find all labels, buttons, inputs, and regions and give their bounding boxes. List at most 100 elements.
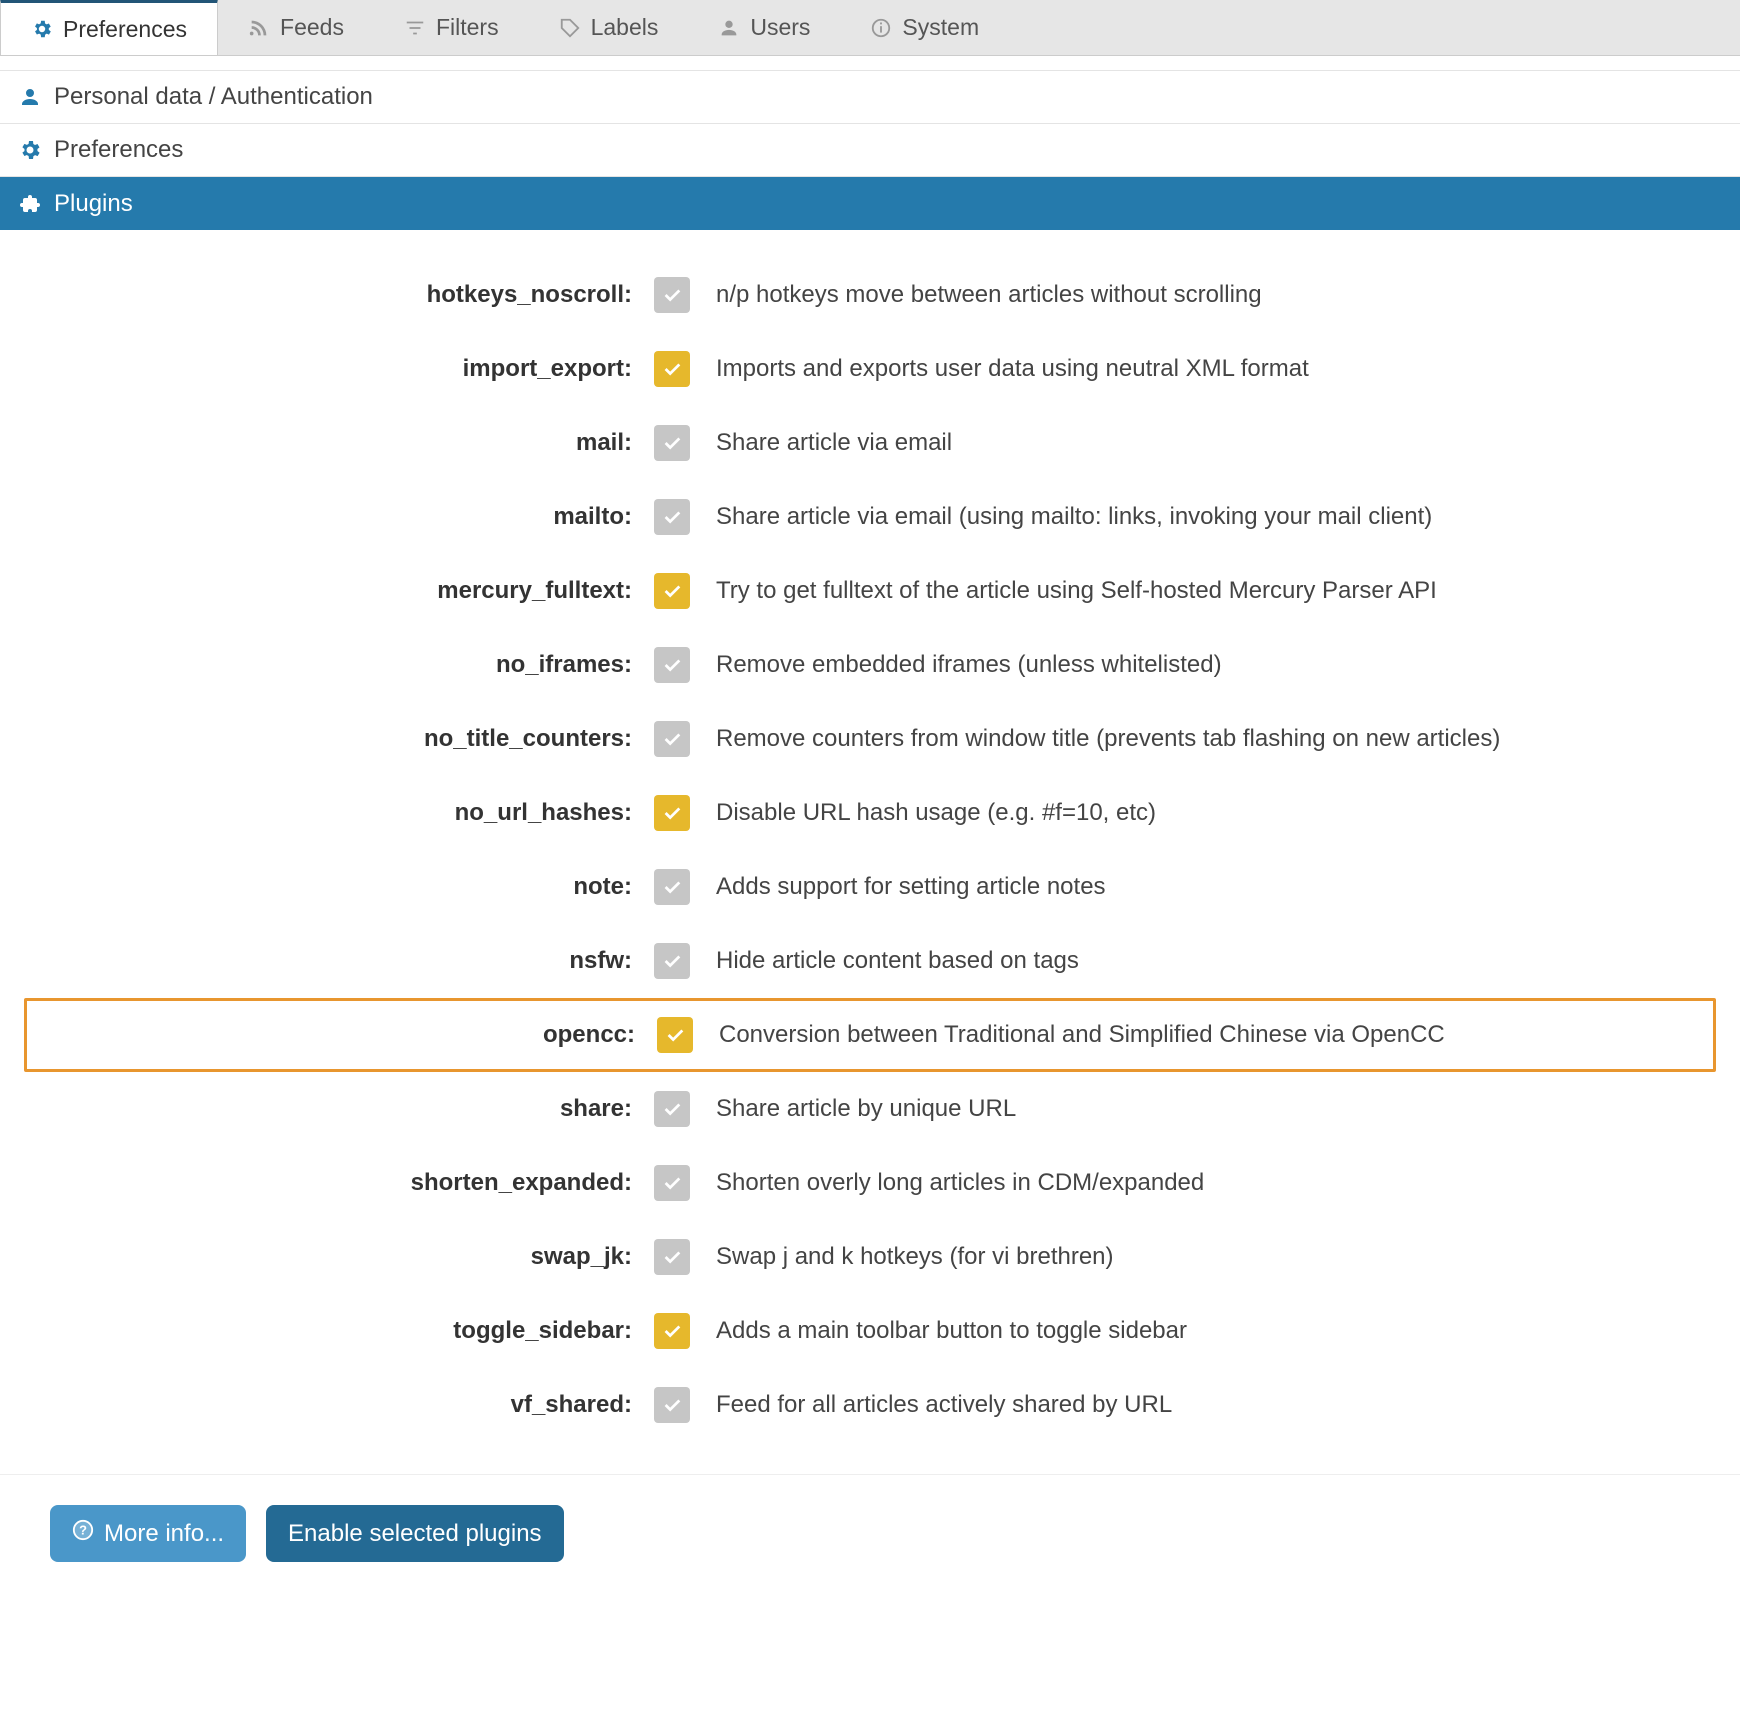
- section-preferences[interactable]: Preferences: [0, 123, 1740, 177]
- puzzle-icon: [18, 192, 42, 216]
- section-plugins[interactable]: Plugins: [0, 177, 1740, 230]
- plugin-checkbox-opencc[interactable]: [657, 1017, 693, 1053]
- gear-icon: [18, 138, 42, 162]
- plugin-label: nsfw:: [34, 947, 654, 975]
- plugin-row-no_title_counters: no_title_counters: Remove counters from w…: [24, 702, 1716, 776]
- tab-label: Filters: [436, 14, 499, 41]
- plugin-description: Adds support for setting article notes: [716, 873, 1706, 901]
- plugin-description: Shorten overly long articles in CDM/expa…: [716, 1169, 1706, 1197]
- plugin-row-note: note: Adds support for setting article no…: [24, 850, 1716, 924]
- plugin-label: no_title_counters:: [34, 725, 654, 753]
- plugin-row-mailto: mailto: Share article via email (using ma…: [24, 480, 1716, 554]
- info-icon: [870, 17, 892, 39]
- plugins-list: hotkeys_noscroll: n/p hotkeys move betwee…: [0, 230, 1740, 1470]
- section-label: Personal data / Authentication: [54, 83, 373, 111]
- plugin-row-no_url_hashes: no_url_hashes: Disable URL hash usage (e.…: [24, 776, 1716, 850]
- tab-feeds[interactable]: Feeds: [218, 0, 374, 55]
- tab-filters[interactable]: Filters: [374, 0, 529, 55]
- plugin-label: toggle_sidebar:: [34, 1317, 654, 1345]
- plugin-checkbox-mercury_fulltext[interactable]: [654, 573, 690, 609]
- plugin-description: n/p hotkeys move between articles withou…: [716, 281, 1706, 309]
- plugin-description: Share article via email (using mailto: l…: [716, 503, 1706, 531]
- plugin-checkbox-nsfw[interactable]: [654, 943, 690, 979]
- plugin-row-shorten_expanded: shorten_expanded: Shorten overly long art…: [24, 1146, 1716, 1220]
- plugin-label: mailto:: [34, 503, 654, 531]
- plugin-label: mercury_fulltext:: [34, 577, 654, 605]
- plugin-checkbox-shorten_expanded[interactable]: [654, 1165, 690, 1201]
- help-icon: ?: [72, 1519, 94, 1548]
- user-icon: [18, 85, 42, 109]
- plugin-row-toggle_sidebar: toggle_sidebar: Adds a main toolbar butto…: [24, 1294, 1716, 1368]
- plugin-description: Try to get fulltext of the article using…: [716, 577, 1706, 605]
- plugin-description: Disable URL hash usage (e.g. #f=10, etc): [716, 799, 1706, 827]
- top-tabs: Preferences Feeds Filters Labels Users S…: [0, 0, 1740, 56]
- tab-label: Feeds: [280, 14, 344, 41]
- plugin-row-mercury_fulltext: mercury_fulltext: Try to get fulltext of …: [24, 554, 1716, 628]
- plugin-description: Adds a main toolbar button to toggle sid…: [716, 1317, 1706, 1345]
- plugin-checkbox-mail[interactable]: [654, 425, 690, 461]
- plugin-checkbox-hotkeys_noscroll[interactable]: [654, 277, 690, 313]
- button-label: More info...: [104, 1520, 224, 1548]
- plugin-description: Share article by unique URL: [716, 1095, 1706, 1123]
- plugin-row-vf_shared: vf_shared: Feed for all articles actively…: [24, 1368, 1716, 1442]
- plugin-checkbox-no_url_hashes[interactable]: [654, 795, 690, 831]
- tab-users[interactable]: Users: [688, 0, 840, 55]
- plugin-checkbox-swap_jk[interactable]: [654, 1239, 690, 1275]
- plugin-row-share: share: Share article by unique URL: [24, 1072, 1716, 1146]
- plugin-description: Swap j and k hotkeys (for vi brethren): [716, 1243, 1706, 1271]
- plugin-row-mail: mail: Share article via email: [24, 406, 1716, 480]
- enable-plugins-button[interactable]: Enable selected plugins: [266, 1505, 564, 1562]
- section-label: Preferences: [54, 136, 183, 164]
- plugin-label: shorten_expanded:: [34, 1169, 654, 1197]
- plugin-checkbox-no_iframes[interactable]: [654, 647, 690, 683]
- plugin-label: no_iframes:: [34, 651, 654, 679]
- plugin-label: opencc:: [37, 1021, 657, 1049]
- plugin-label: no_url_hashes:: [34, 799, 654, 827]
- accordion-panel: Personal data / Authentication Preferenc…: [0, 70, 1740, 1592]
- svg-text:?: ?: [79, 1523, 87, 1538]
- section-personal[interactable]: Personal data / Authentication: [0, 70, 1740, 123]
- plugin-checkbox-toggle_sidebar[interactable]: [654, 1313, 690, 1349]
- plugin-label: import_export:: [34, 355, 654, 383]
- divider: [0, 1474, 1740, 1475]
- plugin-checkbox-import_export[interactable]: [654, 351, 690, 387]
- plugin-label: mail:: [34, 429, 654, 457]
- tab-label: Users: [750, 14, 810, 41]
- button-label: Enable selected plugins: [288, 1520, 542, 1548]
- tag-icon: [559, 17, 581, 39]
- plugin-label: note:: [34, 873, 654, 901]
- plugin-checkbox-no_title_counters[interactable]: [654, 721, 690, 757]
- filter-icon: [404, 17, 426, 39]
- tab-label: System: [902, 14, 979, 41]
- plugin-checkbox-share[interactable]: [654, 1091, 690, 1127]
- more-info-button[interactable]: ? More info...: [50, 1505, 246, 1562]
- tab-labels[interactable]: Labels: [529, 0, 689, 55]
- plugin-description: Share article via email: [716, 429, 1706, 457]
- plugin-checkbox-note[interactable]: [654, 869, 690, 905]
- plugin-label: swap_jk:: [34, 1243, 654, 1271]
- plugin-checkbox-vf_shared[interactable]: [654, 1387, 690, 1423]
- user-icon: [718, 17, 740, 39]
- plugin-row-nsfw: nsfw: Hide article content based on tags: [24, 924, 1716, 998]
- plugin-label: share:: [34, 1095, 654, 1123]
- plugin-description: Remove counters from window title (preve…: [716, 725, 1706, 753]
- plugin-row-hotkeys_noscroll: hotkeys_noscroll: n/p hotkeys move betwee…: [24, 258, 1716, 332]
- tab-label: Labels: [591, 14, 659, 41]
- plugin-row-import_export: import_export: Imports and exports user d…: [24, 332, 1716, 406]
- plugin-label: vf_shared:: [34, 1391, 654, 1419]
- button-row: ? More info... Enable selected plugins: [0, 1499, 1740, 1592]
- tab-label: Preferences: [63, 16, 187, 43]
- tab-system[interactable]: System: [840, 0, 1009, 55]
- plugin-row-no_iframes: no_iframes:Remove embedded iframes (unle…: [24, 628, 1716, 702]
- plugin-row-opencc: opencc: Conversion between Traditional an…: [24, 998, 1716, 1072]
- plugin-description: Feed for all articles actively shared by…: [716, 1391, 1706, 1419]
- tab-preferences[interactable]: Preferences: [0, 0, 218, 55]
- plugin-checkbox-mailto[interactable]: [654, 499, 690, 535]
- plugin-label: hotkeys_noscroll:: [34, 281, 654, 309]
- gear-icon: [31, 18, 53, 40]
- plugin-description: Imports and exports user data using neut…: [716, 355, 1706, 383]
- plugin-row-swap_jk: swap_jk: Swap j and k hotkeys (for vi bre…: [24, 1220, 1716, 1294]
- section-label: Plugins: [54, 190, 133, 218]
- plugin-description: Hide article content based on tags: [716, 947, 1706, 975]
- plugin-description: Conversion between Traditional and Simpl…: [719, 1021, 1703, 1049]
